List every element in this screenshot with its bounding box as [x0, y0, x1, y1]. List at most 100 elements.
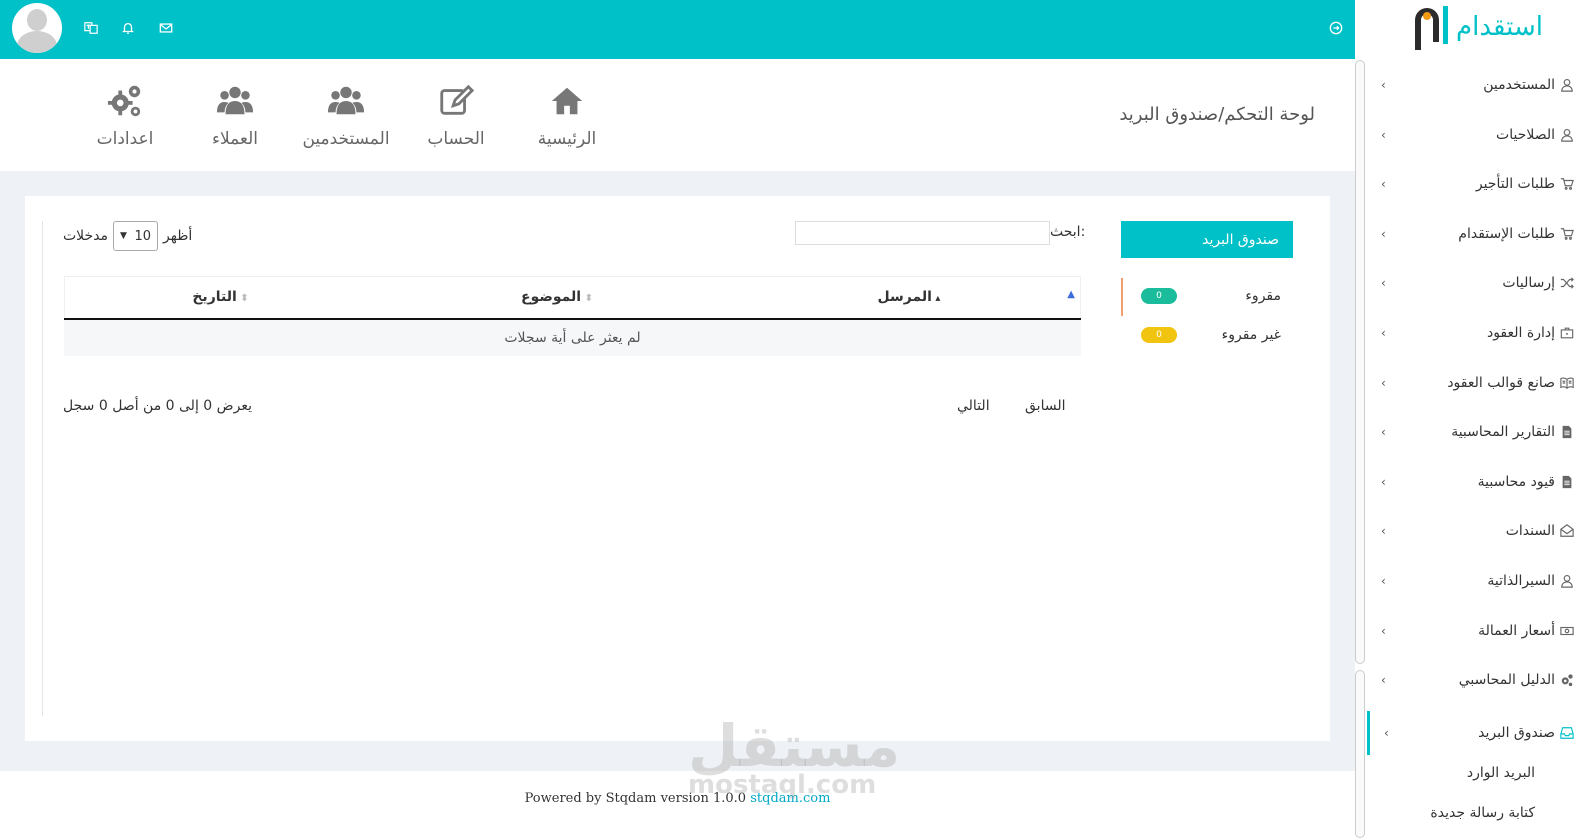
inbox-icon: [1559, 725, 1575, 741]
column-label: المرسل: [877, 289, 932, 306]
sidebar-item-label: طلبات الإستقدام: [1458, 225, 1555, 242]
chevron-left-icon: ‹: [1381, 226, 1386, 241]
envelope-open-icon: [1559, 523, 1575, 539]
column-label: الموضوع: [521, 289, 582, 306]
users-icon: [291, 79, 401, 123]
sidebar-item-label: أسعار العمالة: [1478, 622, 1555, 639]
sort-indicator-icon: ▲: [1067, 289, 1075, 300]
messages-table: التاريخ ⬍ الموضوع ⬍ المرسل ▴ ▲ لم يعثر ع…: [64, 276, 1081, 356]
sidebar-item-12[interactable]: ‹ أسعار العمالة: [1367, 609, 1583, 653]
unread-count-badge: 0: [1141, 327, 1177, 343]
sidebar-item-2[interactable]: ‹ الصلاحيات: [1367, 113, 1583, 157]
sidebar-item-5[interactable]: ‹ إرساليات: [1367, 261, 1583, 305]
page-length-value: 10: [134, 228, 152, 244]
sidebar-item-11[interactable]: ‹ السيرالذاتية: [1367, 559, 1583, 603]
quick-link-users[interactable]: المستخدمين: [291, 79, 401, 149]
envelope-icon[interactable]: [157, 19, 175, 37]
sidebar-item-9[interactable]: ‹ قيود محاسبية: [1367, 460, 1583, 504]
divider: [42, 221, 43, 716]
footer: Powered by Stqdam version 1.0.0 stqdam.c…: [0, 771, 1355, 838]
chevron-left-icon: ‹: [1381, 623, 1386, 638]
sidebar-item-6[interactable]: ‹ إدارة العقود: [1367, 311, 1583, 355]
sidebar-item-label: السيرالذاتية: [1487, 573, 1555, 589]
chevron-left-icon: ‹: [1381, 326, 1386, 340]
bell-icon[interactable]: [119, 19, 137, 37]
quick-link-settings[interactable]: اعدادات: [70, 79, 180, 149]
quick-link-label: الحساب: [427, 129, 485, 149]
folder-unread[interactable]: غير مقروء 0: [1123, 316, 1295, 354]
search-input[interactable]: [795, 221, 1050, 245]
sidebar-item-label: الدليل المحاسبي: [1458, 672, 1555, 689]
sidebar-subitem-inbox[interactable]: البريد الوارد: [1467, 765, 1535, 781]
quick-link-home[interactable]: الرئيسية: [512, 79, 622, 149]
quick-link-label: اعدادات: [96, 129, 154, 149]
logout-icon[interactable]: [1327, 19, 1345, 37]
sidebar-item-1[interactable]: ‹ المستخدمين: [1367, 63, 1583, 107]
user-icon: [1559, 77, 1575, 93]
sidebar-item-label: إدارة العقود: [1486, 325, 1555, 341]
sidebar-item-label: طلبات التأجير: [1475, 176, 1555, 193]
show-label: أظهر: [163, 228, 193, 244]
previous-button[interactable]: السابق: [1025, 398, 1065, 414]
quick-link-account[interactable]: الحساب: [401, 79, 511, 149]
edit-icon: [401, 79, 511, 123]
top-bar: [0, 0, 1355, 59]
breadcrumb: لوحة التحكم/صندوق البريد: [1119, 104, 1315, 125]
sidebar-scrollbar[interactable]: [1355, 60, 1367, 838]
chevron-left-icon: ‹: [1381, 276, 1386, 291]
sidebar-item-4[interactable]: ‹ طلبات الإستقدام: [1367, 212, 1583, 256]
gears-icon: [1559, 672, 1575, 688]
entries-label: مدخلات: [63, 228, 109, 244]
sidebar-subitem-compose[interactable]: كتابة رسالة جديدة: [1430, 805, 1535, 821]
chevron-left-icon: ‹: [1381, 127, 1386, 142]
sidebar-item-14[interactable]: ‹ صندوق البريد: [1367, 710, 1583, 755]
table-row: لم يعثر على أية سجلات: [64, 318, 1081, 356]
home-icon: [512, 79, 622, 123]
translate-icon[interactable]: [82, 19, 100, 37]
column-date[interactable]: التاريخ ⬍: [64, 276, 377, 320]
sidebar-item-8[interactable]: ‹ التقارير المحاسبية: [1367, 410, 1583, 454]
sidebar-item-label: إرساليات: [1502, 275, 1555, 292]
chevron-down-icon: ▼: [120, 231, 127, 241]
sidebar-item-10[interactable]: ‹ السندات: [1367, 509, 1583, 553]
mailbox-header[interactable]: صندوق البريد: [1121, 221, 1293, 258]
folder-label: مقروء: [1245, 288, 1281, 304]
users-icon: [180, 79, 290, 123]
quick-link-clients[interactable]: العملاء: [180, 79, 290, 149]
chevron-left-icon: ‹: [1381, 474, 1386, 489]
sort-icon: ⬍: [236, 293, 249, 305]
file-icon: [1559, 474, 1575, 490]
sidebar-item-7[interactable]: ‹ صانع قوالب العقود: [1367, 361, 1583, 405]
shuffle-icon: [1559, 275, 1575, 291]
empty-message: لم يعثر على أية سجلات: [64, 318, 1081, 356]
page-header: لوحة التحكم/صندوق البريد الرئيسية الحساب…: [0, 59, 1355, 171]
column-subject[interactable]: الموضوع ⬍: [377, 276, 737, 320]
folder-read[interactable]: مقروء 0: [1123, 277, 1295, 315]
search-label: ابحث:: [1050, 224, 1086, 240]
folder-label: غير مقروء: [1221, 327, 1281, 343]
sidebar-item-label: الصلاحيات: [1496, 126, 1555, 143]
column-sender[interactable]: المرسل ▴ ▲: [737, 276, 1081, 320]
sidebar: استقدام ‹ المستخدمين ‹ الصلاحيات ‹ طلبات التأ…: [1355, 0, 1583, 838]
sidebar-item-label: المستخدمين: [1483, 77, 1555, 93]
money-icon: [1559, 623, 1575, 639]
next-button[interactable]: التالي: [957, 398, 990, 414]
logo[interactable]: استقدام: [1403, 0, 1543, 60]
chevron-left-icon: ‹: [1381, 177, 1386, 192]
page-length-select[interactable]: ▼ 10: [113, 221, 159, 251]
sidebar-item-13[interactable]: ‹ الدليل المحاسبي: [1367, 658, 1583, 702]
chevron-left-icon: ‹: [1381, 673, 1386, 688]
sidebar-item-label: قيود محاسبية: [1477, 473, 1555, 490]
gears-icon: [70, 79, 180, 123]
sort-icon: ⬍: [581, 293, 593, 305]
sidebar-item-label: صندوق البريد: [1478, 724, 1555, 741]
mailbox-card: صندوق البريد مقروء 0 غير مقروء 0 ابحث: م…: [25, 196, 1330, 741]
sidebar-item-3[interactable]: ‹ طلبات التأجير: [1367, 162, 1583, 206]
footer-link[interactable]: stqdam.com: [750, 791, 830, 806]
file-icon: [1559, 424, 1575, 440]
avatar[interactable]: [12, 3, 62, 53]
quick-link-label: المستخدمين: [302, 129, 390, 149]
sidebar-item-label: السندات: [1505, 523, 1555, 540]
cart-icon: [1559, 226, 1575, 242]
footer-text: Powered by Stqdam version 1.0.0 stqdam.c…: [0, 791, 1355, 806]
